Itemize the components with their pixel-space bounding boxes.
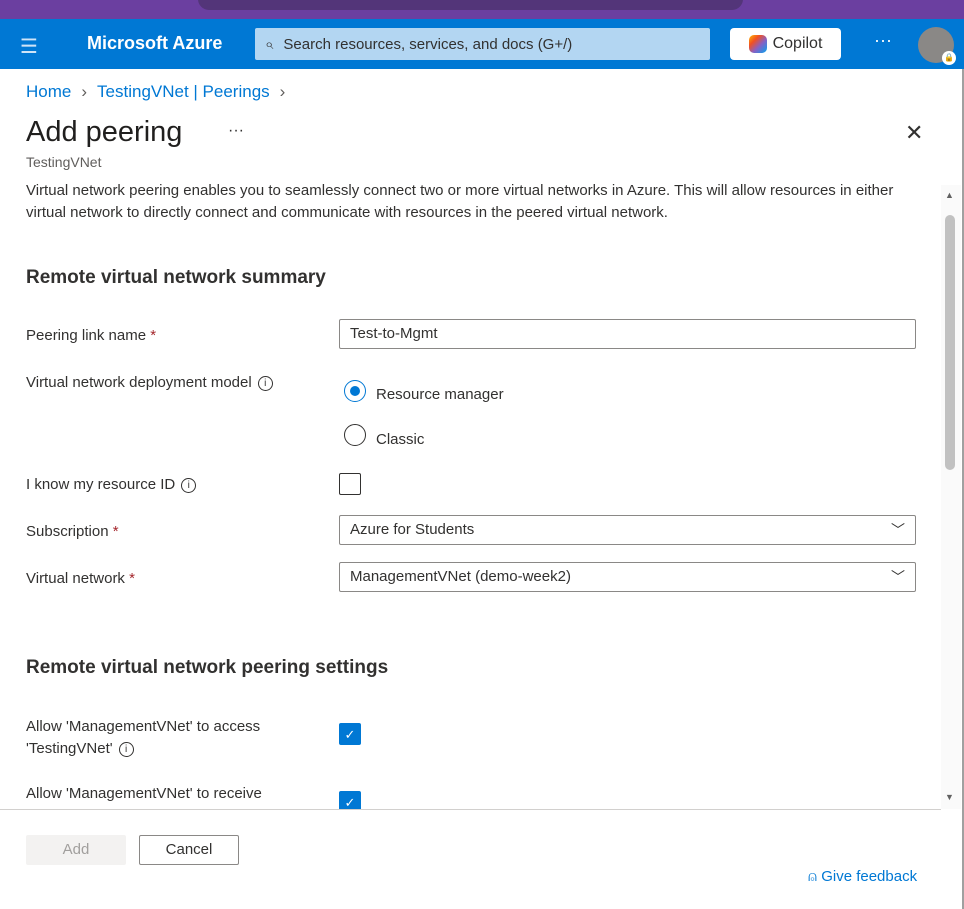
- chevron-down-icon: ﹀: [891, 522, 905, 538]
- radio-resource-manager-label[interactable]: Resource manager: [376, 386, 504, 403]
- breadcrumb: Home › TestingVNet | Peerings ›: [26, 82, 285, 102]
- subscription-dropdown[interactable]: Azure for Students ﹀: [339, 515, 916, 545]
- footer-divider: [0, 809, 941, 810]
- hamburger-menu-icon[interactable]: ☰: [20, 34, 38, 59]
- copilot-icon: [748, 35, 767, 53]
- deployment-model-label: Virtual network deployment model i: [26, 374, 273, 391]
- chevron-right-icon: ›: [81, 82, 88, 101]
- add-button[interactable]: Add: [26, 835, 126, 865]
- subscription-label: Subscription *: [26, 523, 119, 540]
- search-placeholder: Search resources, services, and docs (G+…: [283, 35, 573, 53]
- section-heading-peering-settings: Remote virtual network peering settings: [26, 657, 389, 678]
- give-feedback-link[interactable]: ⍝ Give feedback: [808, 868, 917, 885]
- page-subtitle: TestingVNet: [26, 154, 102, 170]
- more-options-icon[interactable]: ···: [874, 30, 892, 51]
- peering-link-name-label: Peering link name *: [26, 327, 157, 344]
- scroll-down-icon[interactable]: ▼: [945, 792, 954, 802]
- allow-access-label: Allow 'ManagementVNet' to access 'Testing…: [26, 718, 261, 757]
- resource-id-checkbox[interactable]: [339, 473, 361, 495]
- cancel-button[interactable]: Cancel: [139, 835, 239, 865]
- feedback-icon: ⍝: [808, 868, 818, 885]
- scrollbar-thumb[interactable]: [945, 215, 955, 470]
- breadcrumb-home[interactable]: Home: [26, 82, 71, 102]
- section-heading-summary: Remote virtual network summary: [26, 267, 326, 288]
- avatar[interactable]: 🔒: [918, 27, 956, 65]
- browser-top-strip: [0, 0, 964, 19]
- allow-receive-label: Allow 'ManagementVNet' to receive: [26, 785, 262, 802]
- breadcrumb-peerings[interactable]: TestingVNet | Peerings: [97, 82, 270, 102]
- chevron-down-icon: ﹀: [891, 569, 905, 585]
- virtual-network-dropdown[interactable]: ManagementVNet (demo-week2) ﹀: [339, 562, 916, 592]
- chevron-right-icon: ›: [279, 82, 286, 101]
- scroll-up-icon[interactable]: ▲: [945, 190, 954, 200]
- page-description: Virtual network peering enables you to s…: [26, 182, 894, 221]
- peering-link-name-input[interactable]: Test-to-Mgmt: [339, 319, 916, 349]
- copilot-button[interactable]: Copilot: [730, 28, 841, 60]
- radio-classic-label[interactable]: Classic: [376, 431, 424, 448]
- info-icon[interactable]: i: [257, 376, 273, 391]
- copilot-label: Copilot: [772, 35, 823, 52]
- search-icon: ⌕: [265, 35, 274, 53]
- brand-title[interactable]: Microsoft Azure: [87, 33, 222, 54]
- lock-icon: 🔒: [942, 51, 956, 65]
- radio-resource-manager[interactable]: [344, 380, 366, 402]
- global-search-input[interactable]: ⌕ Search resources, services, and docs (G…: [255, 28, 710, 60]
- resource-id-label: I know my resource ID i: [26, 476, 197, 493]
- radio-classic[interactable]: [344, 424, 366, 446]
- info-icon[interactable]: i: [118, 742, 134, 757]
- close-icon[interactable]: ✕: [905, 120, 923, 146]
- title-more-icon[interactable]: ···: [228, 122, 244, 140]
- allow-access-checkbox[interactable]: ✓: [339, 723, 361, 745]
- virtual-network-label: Virtual network *: [26, 570, 135, 587]
- info-icon[interactable]: i: [181, 478, 197, 493]
- page-title: Add peering: [26, 116, 183, 148]
